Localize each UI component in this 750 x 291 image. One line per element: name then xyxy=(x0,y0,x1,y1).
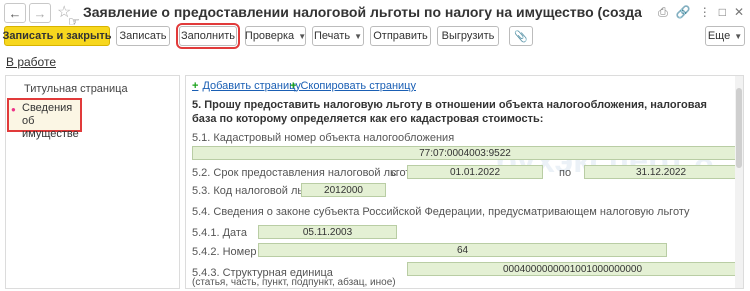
command-bar: Записать и закрыть Записать Заполнить Пр… xyxy=(0,23,750,49)
link-icon[interactable]: 🔗 xyxy=(676,5,691,19)
vertical-scrollbar[interactable] xyxy=(735,76,743,288)
window-title: Заявление о предоставлении налоговой льг… xyxy=(83,4,643,20)
chevron-down-icon: ▼ xyxy=(734,31,743,41)
date-field[interactable]: 05.11.2003 xyxy=(258,225,397,239)
bullet-icon: ● xyxy=(11,105,16,114)
plus-icon: + xyxy=(192,80,199,92)
form-panel: бухэксперт 8 + Добавить страницу + Скопиро… xyxy=(185,75,744,289)
add-page-label: Добавить страницу xyxy=(202,80,301,92)
close-icon[interactable]: ✕ xyxy=(734,5,744,19)
period-to-prefix: по xyxy=(559,167,572,179)
chevron-down-icon: ▼ xyxy=(298,31,307,41)
unit-hint: (статья, часть, пункт, подпункт, абзац, … xyxy=(192,277,396,288)
number-label: 5.4.2. Номер xyxy=(192,246,257,258)
more-options-icon[interactable]: ⋮ xyxy=(699,5,711,19)
number-field[interactable]: 64 xyxy=(258,243,667,257)
period-from-prefix: с xyxy=(391,167,397,179)
paperclip-icon: 📎 xyxy=(514,30,528,43)
section-heading: 5. Прошу предоставить налоговую льготу в… xyxy=(192,99,707,125)
chevron-down-icon: ▼ xyxy=(354,31,362,41)
sections-panel: Титульная страница ● Сведения об имущест… xyxy=(5,75,180,289)
forward-arrow-icon[interactable]: → xyxy=(29,3,51,23)
date-label: 5.4.1. Дата xyxy=(192,227,247,239)
law-label: 5.4. Сведения о законе субъекта Российск… xyxy=(192,206,690,218)
check-button-label: Проверка xyxy=(244,30,295,42)
section-item-label: Сведения об имуществе xyxy=(22,102,79,140)
maximize-icon[interactable]: □ xyxy=(719,5,726,19)
title-icons: ⎙ 🔗 ⋮ □ ✕ xyxy=(658,5,744,19)
copy-page-link[interactable]: + Скопировать страницу xyxy=(290,80,416,92)
send-button[interactable]: Отправить xyxy=(370,26,431,46)
print-button[interactable]: Печать ▼ xyxy=(312,26,364,46)
attachment-button[interactable]: 📎 xyxy=(509,26,533,46)
plus-icon: + xyxy=(290,80,297,92)
cadastral-field[interactable]: 77:07:0004003:9522 xyxy=(192,146,738,160)
save-button[interactable]: Записать xyxy=(116,26,170,46)
fill-button[interactable]: Заполнить xyxy=(176,23,240,49)
period-to-field[interactable]: 31.12.2022 xyxy=(584,165,738,179)
section-item-property-info[interactable]: ● Сведения об имуществе xyxy=(7,98,82,140)
save-and-close-button[interactable]: Записать и закрыть xyxy=(2,26,112,46)
title-bar: ← → ☆ ☞ Заявление о предоставлении налог… xyxy=(0,0,750,29)
printer-icon[interactable]: ⎙ xyxy=(658,5,668,19)
more-button-label: Еще xyxy=(707,30,731,42)
more-button[interactable]: Еще ▼ xyxy=(705,26,745,46)
upload-button[interactable]: Выгрузить xyxy=(437,26,499,46)
unit-field[interactable]: 0004000000001001000000000 xyxy=(407,262,738,276)
print-button-label: Печать xyxy=(314,30,351,42)
period-from-field[interactable]: 01.01.2022 xyxy=(407,165,543,179)
scrollbar-thumb[interactable] xyxy=(736,88,742,168)
period-label: 5.2. Срок предоставления налоговой льгот… xyxy=(192,167,419,179)
code-field[interactable]: 2012000 xyxy=(301,183,386,197)
add-page-link[interactable]: + Добавить страницу xyxy=(192,80,301,92)
cadastral-label: 5.1. Кадастровый номер объекта налогообл… xyxy=(192,132,455,144)
check-button[interactable]: Проверка ▼ xyxy=(245,26,306,46)
copy-page-label: Скопировать страницу xyxy=(300,80,416,92)
status-link[interactable]: В работе xyxy=(6,55,56,69)
section-item-title-page[interactable]: Титульная страница xyxy=(24,83,128,95)
back-arrow-icon[interactable]: ← xyxy=(4,3,26,23)
